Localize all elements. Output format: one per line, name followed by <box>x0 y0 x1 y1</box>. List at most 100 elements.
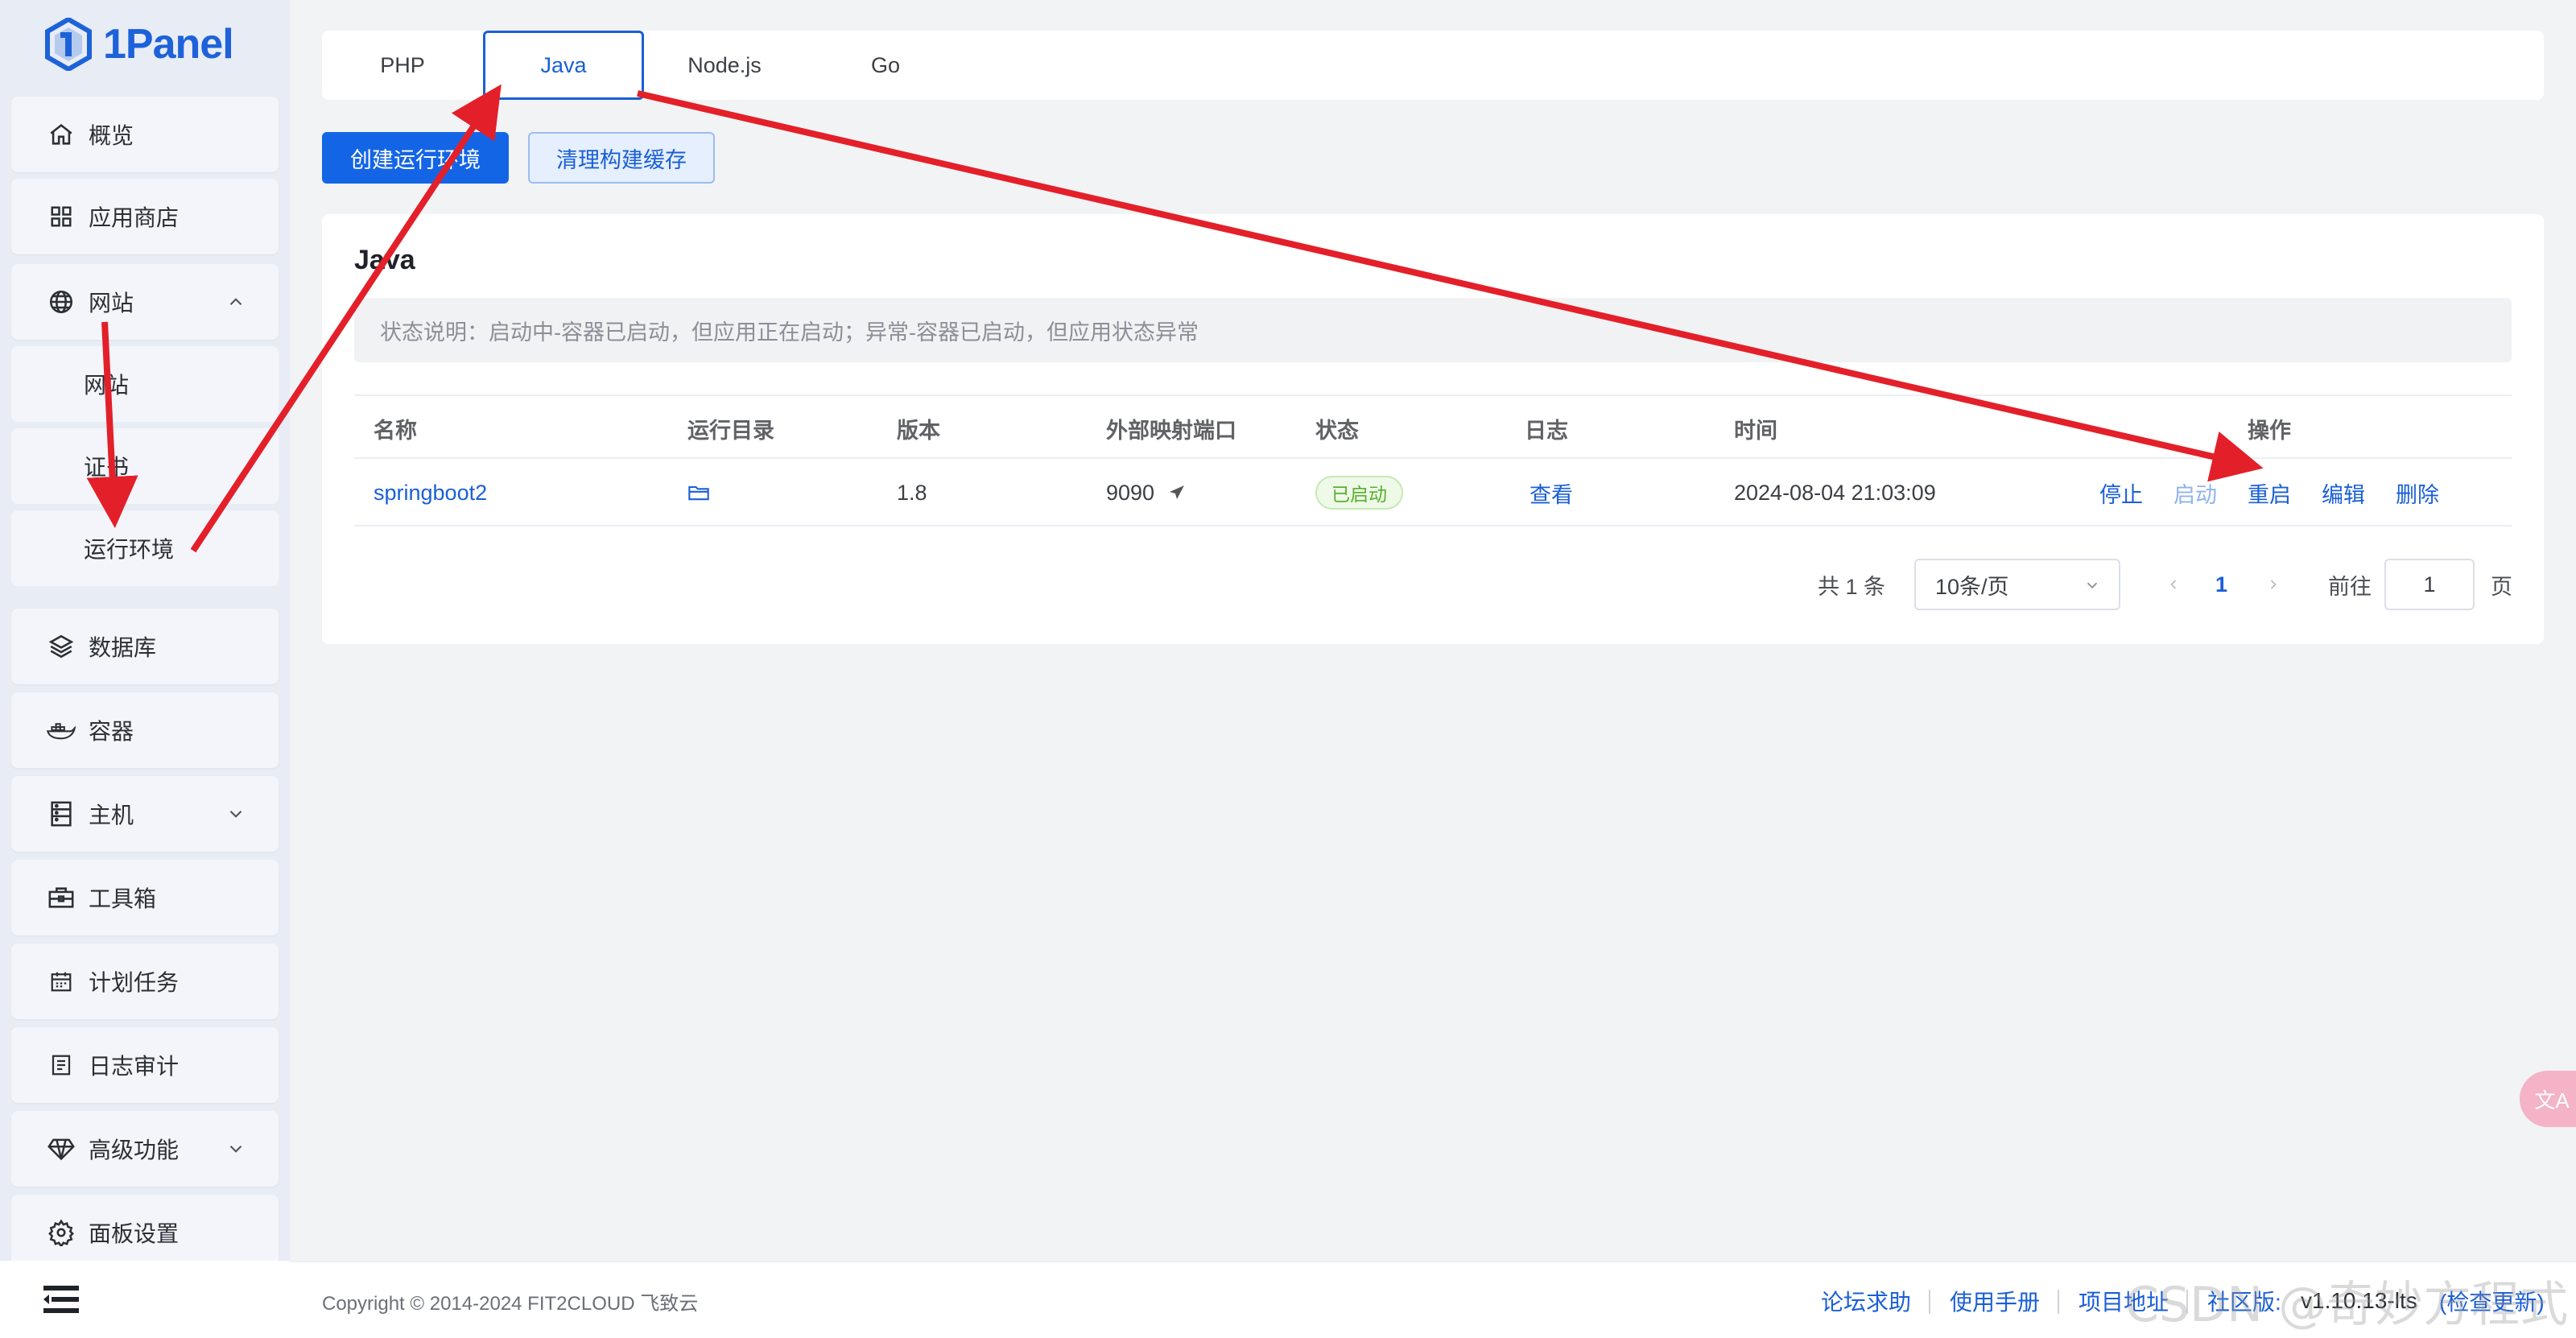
runtime-card: Java 状态说明：启动中-容器已启动，但应用正在启动；异常-容器已启动，但应用… <box>322 214 2544 644</box>
edit-button[interactable]: 编辑 <box>2322 459 2365 527</box>
send-icon[interactable] <box>1167 483 1187 502</box>
column-header-log: 日志 <box>1525 418 1568 443</box>
chevron-down-icon <box>229 1145 242 1153</box>
column-header-port: 外部映射端口 <box>1106 418 1236 443</box>
copyright-text: Copyright © 2014-2024 FIT2CLOUD 飞致云 <box>322 1292 699 1315</box>
column-header-time: 时间 <box>1734 418 1777 443</box>
page-size-value: 10条/页 <box>1935 574 2009 599</box>
logo-icon <box>45 18 92 71</box>
sidebar-item-container[interactable]: 容器 <box>11 692 279 768</box>
pagination-total: 共 1 条 <box>1818 574 1886 599</box>
sidebar-item-overview[interactable]: 概览 <box>11 97 279 172</box>
sidebar-item-log-audit[interactable]: 日志审计 <box>11 1027 279 1103</box>
runtime-time: 2024-08-04 21:03:09 <box>1734 480 1936 505</box>
sidebar-item-label: 网站 <box>89 291 134 316</box>
translate-icon[interactable]: 文A <box>2520 1071 2576 1127</box>
tab-go[interactable]: Go <box>821 31 950 100</box>
forum-help-link[interactable]: 论坛求助 <box>1821 1262 1911 1338</box>
sidebar-item-label: 日志审计 <box>89 1054 180 1079</box>
runtime-version: 1.8 <box>897 480 927 505</box>
sidebar-item-label: 应用商店 <box>89 205 180 230</box>
column-header-directory: 运行目录 <box>687 418 774 443</box>
sidebar-item-host[interactable]: 主机 <box>11 776 279 852</box>
goto-label: 前往 <box>2328 574 2372 599</box>
sidebar-item-cron[interactable]: 计划任务 <box>11 944 279 1019</box>
docker-icon <box>47 716 76 745</box>
card-title: Java <box>354 245 415 275</box>
status-badge: 已启动 <box>1315 476 1403 510</box>
page-size-select[interactable]: 10条/页 <box>1914 559 2120 610</box>
home-icon <box>47 120 76 149</box>
watermark: CSDN @奇妙方程式 <box>2125 1277 2569 1333</box>
chevron-right-icon <box>2270 580 2277 589</box>
brand-name: 1Panel <box>103 21 234 68</box>
page-suffix: 页 <box>2491 574 2512 599</box>
runtime-name-link[interactable]: springboot2 <box>374 459 487 527</box>
chevron-left-icon <box>2170 580 2177 589</box>
tab-java[interactable]: Java <box>483 31 644 100</box>
runtime-table: 名称 运行目录 版本 外部映射端口 状态 日志 时间 操作 springboot… <box>354 394 2512 527</box>
view-log-link[interactable]: 查看 <box>1530 459 1573 527</box>
sidebar-subitem-certificate[interactable]: 证书 <box>11 428 279 504</box>
runtime-status: 已启动 <box>1315 459 1403 527</box>
restart-button[interactable]: 重启 <box>2248 459 2291 527</box>
diamond-icon <box>47 1134 76 1163</box>
log-icon <box>47 1051 76 1080</box>
status-notice-text: 状态说明：启动中-容器已启动，但应用正在启动；异常-容器已启动，但应用状态异常 <box>380 320 1199 345</box>
sidebar-subitem-runtime[interactable]: 运行环境 <box>11 510 279 586</box>
tab-label: Node.js <box>687 52 762 77</box>
sidebar-item-settings[interactable]: 面板设置 <box>11 1195 279 1270</box>
open-directory-icon[interactable] <box>687 459 710 527</box>
goto-page-input[interactable]: 1 <box>2384 559 2475 610</box>
tab-nodejs[interactable]: Node.js <box>660 31 789 100</box>
collapse-menu-icon[interactable] <box>43 1286 79 1313</box>
sidebar-item-label: 主机 <box>89 803 134 828</box>
tab-label: Java <box>540 52 587 77</box>
tab-php[interactable]: PHP <box>338 31 467 100</box>
page-number-current[interactable]: 1 <box>2215 559 2227 610</box>
gear-icon <box>47 1218 76 1247</box>
column-header-status: 状态 <box>1315 418 1359 443</box>
start-button[interactable]: 启动 <box>2174 459 2217 527</box>
sidebar-item-advanced[interactable]: 高级功能 <box>11 1111 279 1187</box>
chevron-up-icon <box>229 298 242 306</box>
sidebar-item-label: 计划任务 <box>89 970 180 995</box>
sidebar-item-label: 高级功能 <box>89 1138 180 1162</box>
layers-icon <box>47 632 76 661</box>
sidebar-item-label: 面板设置 <box>89 1221 180 1246</box>
logo[interactable]: 1Panel <box>45 16 234 72</box>
stop-button[interactable]: 停止 <box>2099 459 2143 527</box>
create-runtime-button[interactable]: 创建运行环境 <box>322 132 509 184</box>
sidebar-item-label: 数据库 <box>89 635 157 660</box>
column-header-name: 名称 <box>374 418 417 443</box>
sidebar-item-database[interactable]: 数据库 <box>11 609 279 684</box>
sidebar-item-appstore[interactable]: 应用商店 <box>11 179 279 254</box>
port-value: 9090 <box>1106 480 1155 505</box>
sidebar: 1Panel 概览 应用商店 网站 网站 证书 运行环境 数据库 容器 主机 工… <box>0 0 290 1338</box>
sidebar-item-website[interactable]: 网站 <box>11 264 279 340</box>
sidebar-item-label: 概览 <box>89 123 134 148</box>
runtime-port: 9090 <box>1106 459 1187 527</box>
column-header-version: 版本 <box>897 418 940 443</box>
tab-label: PHP <box>380 52 425 77</box>
chevron-down-icon <box>229 810 242 818</box>
sidebar-item-toolbox[interactable]: 工具箱 <box>11 860 279 935</box>
delete-button[interactable]: 删除 <box>2396 459 2439 527</box>
status-notice: 状态说明：启动中-容器已启动，但应用正在启动；异常-容器已启动，但应用状态异常 <box>354 298 2512 362</box>
grid-icon <box>47 202 76 231</box>
runtime-tabs: PHP Java Node.js Go <box>322 31 2544 100</box>
user-manual-link[interactable]: 使用手册 <box>1950 1262 2040 1338</box>
globe-icon <box>47 287 76 316</box>
sidebar-subitem-label: 网站 <box>84 373 130 398</box>
calendar-icon <box>47 967 76 996</box>
sidebar-subitem-label: 运行环境 <box>84 537 175 562</box>
footer-divider <box>2058 1290 2059 1314</box>
clear-build-cache-button[interactable]: 清理构建缓存 <box>528 132 715 184</box>
next-page-button[interactable] <box>2265 559 2281 610</box>
annotation-arrows <box>86 84 2264 553</box>
sidebar-subitem-website[interactable]: 网站 <box>11 346 279 422</box>
sidebar-subitem-label: 证书 <box>84 455 130 480</box>
sidebar-collapse-bar <box>0 1261 290 1338</box>
prev-page-button[interactable] <box>2165 559 2182 610</box>
sidebar-item-label: 容器 <box>89 719 134 744</box>
